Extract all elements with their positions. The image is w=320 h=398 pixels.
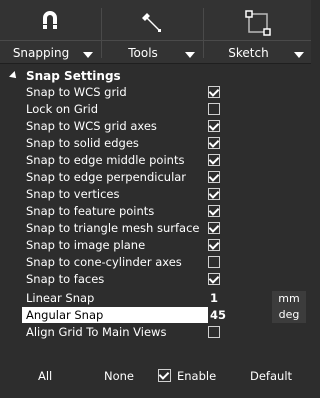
snapping-button[interactable]: Snapping (0, 0, 100, 63)
snap-option-checkbox[interactable] (208, 171, 220, 183)
snap-settings-title: Snap Settings (26, 69, 121, 83)
snap-option-checkbox[interactable] (208, 188, 220, 200)
default-button[interactable]: Default (250, 368, 292, 384)
all-button[interactable]: All (38, 368, 52, 384)
linear-snap-value[interactable]: 1 (210, 290, 218, 306)
snap-option-label: Snap to cone-cylinder axes (26, 255, 182, 269)
align-grid-checkbox[interactable] (208, 326, 220, 338)
align-grid-label: Align Grid To Main Views (26, 325, 167, 339)
snap-option-label: Snap to solid edges (26, 136, 139, 150)
snap-option-label: Lock on Grid (26, 102, 98, 116)
snapping-label: Snapping (12, 46, 70, 60)
sketch-dropdown-arrow-icon[interactable] (294, 52, 304, 58)
snap-option-checkbox[interactable] (208, 103, 220, 115)
tools-label: Tools (128, 46, 158, 60)
snap-option-checkbox[interactable] (208, 120, 220, 132)
angular-snap-label: Angular Snap (26, 308, 104, 322)
snap-option-checkbox[interactable] (208, 137, 220, 149)
snap-option-label: Snap to WCS grid axes (26, 119, 157, 133)
snap-option-checkbox[interactable] (208, 256, 220, 268)
snap-option-label: Snap to WCS grid (26, 85, 127, 99)
snapping-dropdown-arrow-icon[interactable] (83, 52, 93, 58)
snap-option-label: Snap to triangle mesh surface (26, 221, 200, 235)
sketch-button[interactable]: Sketch (204, 0, 311, 63)
snap-option-label: Snap to edge middle points (26, 153, 185, 167)
snap-option-label: Snap to vertices (26, 187, 120, 201)
sketch-label: Sketch (228, 46, 269, 60)
angular-snap-value[interactable]: 45 (210, 307, 226, 323)
wrench-icon (137, 8, 167, 38)
magnet-icon (35, 8, 65, 38)
linear-snap-label: Linear Snap (26, 291, 95, 305)
snap-option-checkbox[interactable] (208, 273, 220, 285)
snap-option-checkbox[interactable] (208, 239, 220, 251)
tools-dropdown-arrow-icon[interactable] (185, 52, 195, 58)
snap-settings-header[interactable]: Snap Settings (6, 68, 121, 84)
angular-snap-unit: deg (272, 307, 306, 323)
snap-settings-panel: Snap Settings Snap to WCS grid Lock on Gr… (6, 66, 306, 396)
toolbar: Snapping Tools Sketch (0, 0, 311, 64)
snap-option-checkbox[interactable] (208, 205, 220, 217)
collapse-triangle-icon[interactable] (9, 71, 19, 81)
sketch-rectangle-icon (243, 8, 273, 38)
linear-snap-row[interactable]: Linear Snap (22, 290, 208, 306)
snap-option-checkbox[interactable] (208, 222, 220, 234)
tools-button[interactable]: Tools (102, 0, 202, 63)
snap-option-checkbox[interactable] (208, 154, 220, 166)
snap-option-label: Snap to feature points (26, 204, 155, 218)
snap-option-checkbox[interactable] (208, 86, 220, 98)
angular-snap-row[interactable]: Angular Snap (22, 307, 208, 323)
enable-checkbox[interactable] (158, 369, 171, 382)
linear-snap-unit: mm (272, 291, 306, 307)
none-button[interactable]: None (104, 368, 134, 384)
snap-option-label: Snap to edge perpendicular (26, 170, 187, 184)
snap-option-label: Snap to image plane (26, 238, 146, 252)
snap-option-label: Snap to faces (26, 272, 105, 286)
enable-label: Enable (177, 369, 217, 383)
